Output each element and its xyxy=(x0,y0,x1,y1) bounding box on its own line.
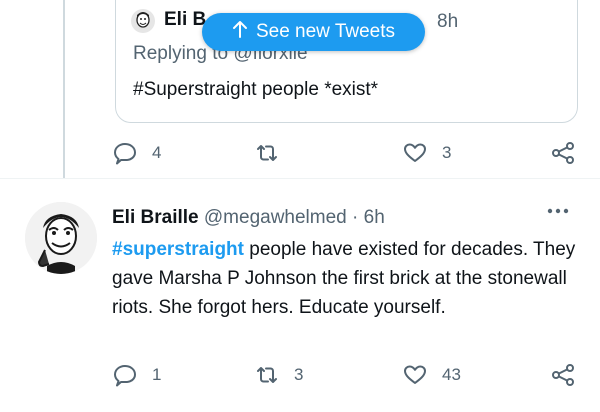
heart-icon xyxy=(404,365,426,384)
arrow-up-icon xyxy=(232,20,248,44)
reply-icon xyxy=(114,365,136,387)
share-icon xyxy=(552,364,574,386)
heart-icon xyxy=(404,143,426,162)
tweet-text: #superstraight people have existed for d… xyxy=(112,235,582,322)
see-new-tweets-label: See new Tweets xyxy=(255,21,396,42)
quoted-tweet-avatar xyxy=(131,9,155,33)
quoted-tweet-time[interactable]: 8h xyxy=(437,11,458,33)
share-icon xyxy=(552,142,574,164)
reply-count: 1 xyxy=(152,365,162,384)
retweet-button[interactable] xyxy=(254,140,294,166)
retweet-icon xyxy=(257,367,277,383)
quoted-tweet-author-name[interactable]: Eli B xyxy=(164,9,206,31)
share-button[interactable] xyxy=(550,140,576,166)
tweet-divider xyxy=(0,178,600,179)
reply-count: 4 xyxy=(152,143,162,162)
author-avatar[interactable] xyxy=(25,202,97,274)
header-separator: · xyxy=(352,207,359,228)
tweet-header: Eli Braille @megawhelmed · 6h xyxy=(112,207,385,229)
share-button[interactable] xyxy=(550,362,576,388)
author-handle[interactable]: @megawhelmed xyxy=(204,207,347,228)
like-button[interactable]: 43 xyxy=(402,362,461,388)
parent-tweet-actions: 4 3 xyxy=(112,140,580,166)
reply-icon xyxy=(114,143,136,165)
reply-button[interactable]: 1 xyxy=(112,362,161,388)
hashtag-link[interactable]: #superstraight xyxy=(112,239,244,260)
like-count: 43 xyxy=(442,365,461,384)
thread-connector-line xyxy=(63,0,65,178)
reply-button[interactable]: 4 xyxy=(112,140,161,166)
see-new-tweets-button[interactable]: See new Tweets xyxy=(202,13,425,51)
tweet-time[interactable]: 6h xyxy=(364,207,385,228)
author-name[interactable]: Eli Braille xyxy=(112,207,199,228)
retweet-icon xyxy=(257,145,277,161)
like-button[interactable]: 3 xyxy=(402,140,451,166)
like-count: 3 xyxy=(442,143,452,162)
quoted-tweet-text: #Superstraight people *exist* xyxy=(133,79,379,100)
tweet-actions: 1 3 43 xyxy=(112,362,580,388)
retweet-button[interactable]: 3 xyxy=(254,362,303,388)
retweet-count: 3 xyxy=(294,365,304,384)
more-options-icon[interactable] xyxy=(543,201,573,221)
